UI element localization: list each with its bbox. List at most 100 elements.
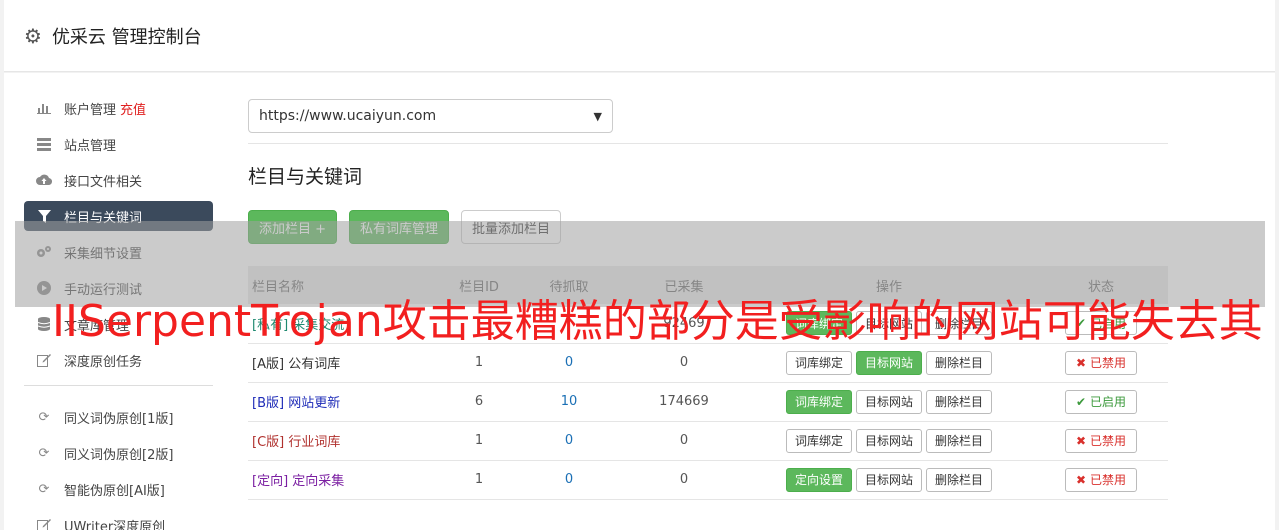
col-header-collected: 已采集 — [624, 266, 744, 304]
row-pending: 0 — [514, 343, 624, 383]
sidebar-item-manual-run[interactable]: 手动运行测试 — [24, 273, 213, 303]
check-icon: ✔ — [1076, 316, 1087, 331]
batch-add-button[interactable]: 批量添加栏目 — [461, 210, 562, 244]
row-tag: [C版] — [252, 435, 285, 450]
row-actions: 词库绑定 目标网站 删除栏目 — [744, 421, 1034, 461]
bar-chart-icon — [36, 100, 52, 116]
sidebar-item-sites[interactable]: 站点管理 — [24, 129, 213, 159]
check-icon: ✔ — [1076, 394, 1087, 409]
row-actions: 定向设置 目标网站 删除栏目 — [744, 460, 1034, 500]
row-actions: 词库绑定 目标网站 删除栏目 — [744, 382, 1034, 422]
row-name[interactable]: [B版] 网站更新 — [248, 382, 444, 422]
col-header-actions: 操作 — [744, 266, 1034, 304]
sidebar-item-account[interactable]: 账户管理 充值 — [24, 93, 213, 123]
delete-column-button[interactable]: 删除栏目 — [926, 389, 993, 414]
sidebar-item-collection-settings[interactable]: 采集细节设置 — [24, 237, 213, 267]
delete-column-button[interactable]: 删除栏目 — [926, 350, 993, 375]
table-row: [A版] 公有词库 1 0 0 词库绑定 目标网站 删除栏目 ✖ 已禁用 — [248, 343, 1168, 383]
site-select[interactable]: https://www.ucaiyun.com ▼ — [248, 99, 613, 133]
toolbar: 添加栏目 + 私有词库管理 批量添加栏目 — [248, 210, 1168, 244]
sidebar-item-interface-files[interactable]: 接口文件相关 — [24, 165, 213, 195]
refresh-icon: ⟳ — [38, 481, 50, 497]
sidebar-item-article-library[interactable]: 文章库管理 — [24, 309, 213, 339]
pending-link[interactable]: 0 — [565, 433, 573, 448]
row-name[interactable]: [私有] 采集交流 — [248, 304, 444, 344]
edit-icon — [36, 517, 52, 530]
status-toggle[interactable]: ✖ 已禁用 — [1065, 428, 1137, 453]
row-collected: 0 — [624, 343, 744, 383]
row-name[interactable]: [A版] 公有词库 — [248, 343, 444, 383]
refresh-icon: ⟳ — [38, 409, 50, 425]
col-header-name: 栏目名称 — [248, 266, 444, 304]
delete-column-button[interactable]: 删除栏目 — [926, 311, 993, 336]
pending-link[interactable]: 0 — [565, 472, 573, 487]
row-name[interactable]: [C版] 行业词库 — [248, 421, 444, 461]
row-id: 1 — [444, 460, 514, 500]
col-header-pending: 待抓取 — [514, 266, 624, 304]
delete-column-button[interactable]: 删除栏目 — [926, 467, 993, 492]
target-site-button[interactable]: 目标网站 — [855, 350, 922, 375]
table-row: [私有] 采集交流 92469 词库绑定 目标网站 删除栏目 ✔ 已启用 — [248, 304, 1168, 344]
sidebar-item-label: 手动运行测试 — [64, 282, 143, 298]
sidebar-item-ai-rewrite[interactable]: ⟳ 智能伪原创[AI版] — [24, 474, 213, 504]
row-collected: 92469 — [624, 304, 744, 344]
row-tag: [A版] — [252, 357, 285, 372]
status-label: 已启用 — [1089, 316, 1126, 331]
sidebar-item-columns-keywords[interactable]: 栏目与关键词 — [24, 201, 213, 231]
sidebar-item-uwriter[interactable]: UWriter深度原创 — [24, 510, 213, 530]
target-site-button[interactable]: 目标网站 — [855, 311, 922, 336]
row-collected: 174669 — [624, 382, 744, 422]
row-status: ✖ 已禁用 — [1034, 460, 1168, 500]
row-tag: [定向] — [252, 474, 289, 489]
status-toggle[interactable]: ✔ 已启用 — [1065, 389, 1137, 414]
row-title: 网站更新 — [288, 396, 341, 411]
table-row: [C版] 行业词库 1 0 0 词库绑定 目标网站 删除栏目 ✖ 已禁用 — [248, 421, 1168, 461]
edit-icon — [36, 352, 52, 368]
recharge-link[interactable]: 充值 — [120, 99, 146, 118]
sidebar-item-synonym-v2[interactable]: ⟳ 同义词伪原创[2版] — [24, 438, 213, 468]
pending-link[interactable]: 10 — [561, 394, 578, 409]
main-content: https://www.ucaiyun.com ▼ 栏目与关键词 添加栏目 + … — [248, 99, 1168, 500]
chevron-down-icon: ▼ — [593, 109, 602, 123]
filter-icon — [36, 208, 52, 224]
sidebar-item-label: 站点管理 — [64, 138, 117, 154]
status-toggle[interactable]: ✔ 已启用 — [1065, 311, 1137, 336]
private-library-button[interactable]: 私有词库管理 — [349, 210, 450, 244]
close-icon: ✖ — [1076, 433, 1087, 448]
delete-column-button[interactable]: 删除栏目 — [926, 428, 993, 453]
row-tag: [私有] — [252, 317, 289, 333]
pending-link[interactable]: 0 — [565, 355, 573, 370]
divider — [248, 143, 1168, 144]
sidebar-divider — [24, 385, 213, 386]
status-label: 已禁用 — [1089, 473, 1126, 487]
row-name[interactable]: [定向] 定向采集 — [248, 460, 444, 500]
bind-library-button[interactable]: 词库绑定 — [785, 311, 852, 336]
status-label: 已禁用 — [1089, 356, 1126, 370]
bind-library-button[interactable]: 词库绑定 — [785, 389, 852, 414]
row-collected: 0 — [624, 421, 744, 461]
target-site-button[interactable]: 目标网站 — [855, 389, 922, 414]
row-actions: 词库绑定 目标网站 删除栏目 — [744, 343, 1034, 383]
add-column-button[interactable]: 添加栏目 + — [248, 210, 338, 244]
sidebar-item-label: 同义词伪原创[1版] — [64, 411, 174, 427]
sidebar-item-deep-original[interactable]: 深度原创任务 — [24, 345, 213, 375]
page-title: 优采云 管理控制台 — [51, 26, 202, 48]
sidebar-item-synonym-v1[interactable]: ⟳ 同义词伪原创[1版] — [24, 402, 213, 432]
status-toggle[interactable]: ✖ 已禁用 — [1065, 467, 1137, 492]
table-header-row: 栏目名称 栏目ID 待抓取 已采集 操作 状态 — [248, 266, 1168, 304]
sidebar-item-label: 智能伪原创[AI版] — [64, 483, 165, 499]
target-site-button[interactable]: 目标网站 — [855, 467, 922, 492]
directed-settings-button[interactable]: 定向设置 — [785, 467, 852, 492]
app-header: ⚙ 优采云 管理控制台 — [4, 0, 1275, 72]
row-status: ✖ 已禁用 — [1034, 343, 1168, 383]
status-toggle[interactable]: ✖ 已禁用 — [1065, 350, 1137, 375]
row-title: 行业词库 — [288, 435, 341, 450]
row-collected: 0 — [624, 460, 744, 500]
status-label: 已启用 — [1089, 395, 1126, 409]
play-icon — [36, 280, 52, 296]
bind-library-button[interactable]: 词库绑定 — [785, 428, 852, 453]
bind-library-button[interactable]: 词库绑定 — [785, 350, 852, 375]
target-site-button[interactable]: 目标网站 — [855, 428, 922, 453]
row-id — [444, 304, 514, 344]
main-panel: 账户管理 充值 站点管理 接口文件相关 栏目与关键词 采集细节设置 手动运行测试… — [4, 73, 1275, 530]
